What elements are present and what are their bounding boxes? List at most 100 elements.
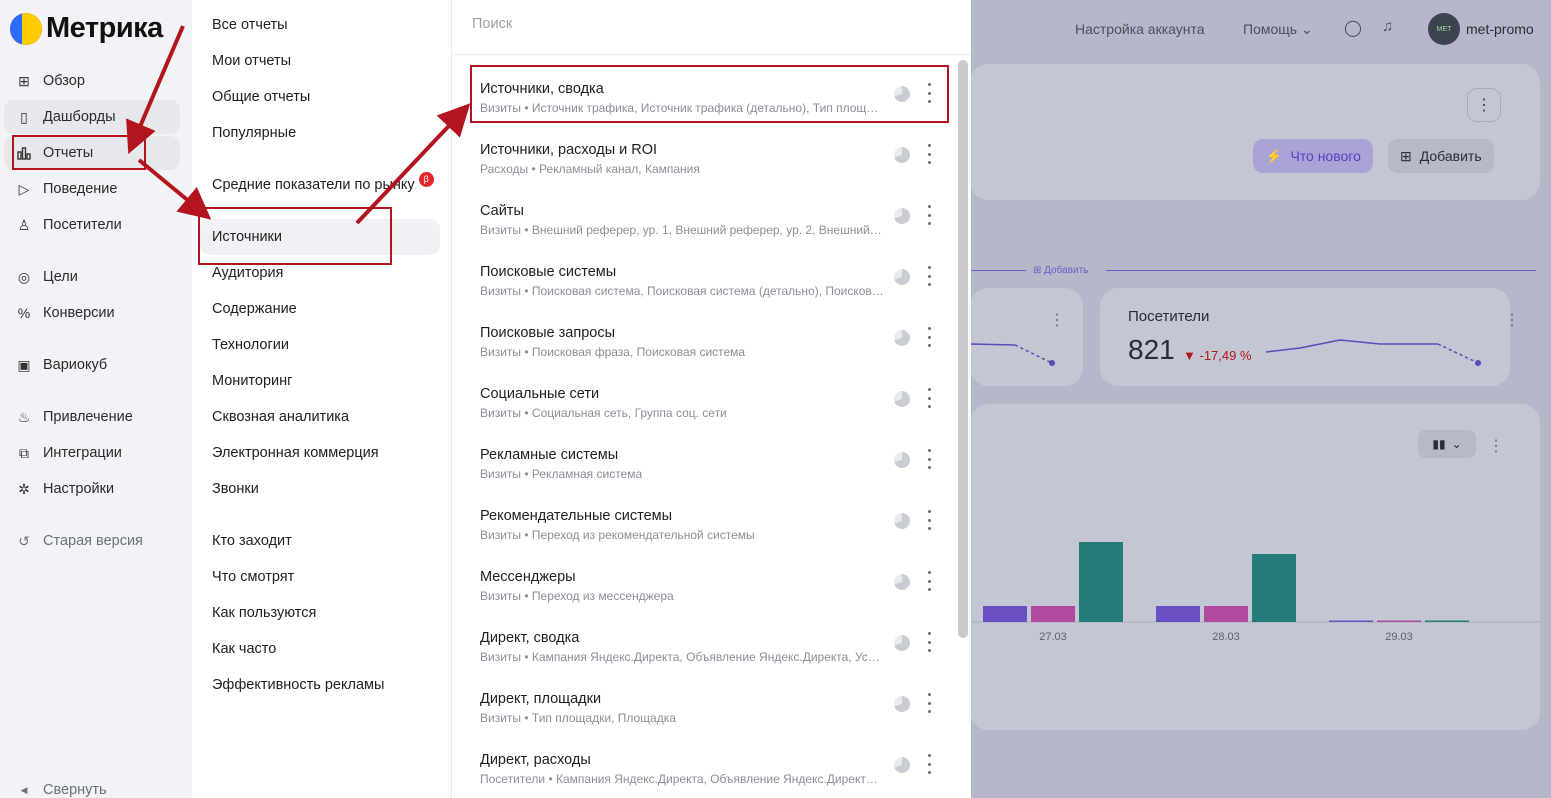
category-shared-reports[interactable]: Общие отчеты [200, 79, 440, 115]
pie-chart-icon[interactable] [894, 269, 910, 285]
add-widget-button[interactable]: ⊞ Добавить [1388, 139, 1494, 173]
avatar[interactable]: MET [1428, 13, 1460, 45]
pie-chart-icon[interactable] [894, 574, 910, 590]
sidebar-item-overview[interactable]: ⊞ Обзор [4, 64, 180, 98]
cube-icon: ▣ [17, 356, 31, 373]
report-title: Мессенджеры [480, 569, 576, 585]
category-content[interactable]: Содержание [200, 291, 440, 327]
target-icon: ◎ [17, 268, 31, 285]
sidebar-item-visitors[interactable]: ♙ Посетители [4, 208, 180, 242]
more-icon[interactable] [926, 144, 932, 164]
report-title: Сайты [480, 203, 524, 219]
report-subtitle: Визиты • Поисковая система, Поисковая си… [480, 284, 884, 298]
sidebar-item-settings[interactable]: ✲ Настройки [4, 472, 180, 506]
gear-icon: ✲ [18, 480, 30, 497]
add-section-link[interactable]: ⊞ Добавить [1033, 265, 1088, 276]
divider-line [1106, 270, 1536, 271]
report-item[interactable]: Источники, расходы и ROI Расходы • Реклам… [470, 130, 950, 188]
category-ad-efficiency[interactable]: Эффективность рекламы [200, 667, 440, 703]
help-menu[interactable]: Помощь ⌄ [1243, 21, 1313, 38]
category-popular[interactable]: Популярные [200, 115, 440, 151]
add-grid-icon: ⊞ [1400, 147, 1412, 164]
report-categories-panel: Все отчеты Мои отчеты Общие отчеты Попул… [192, 0, 451, 798]
more-icon[interactable] [926, 510, 932, 530]
sidebar-item-integrations[interactable]: ⧉ Интеграции [4, 436, 180, 470]
report-title: Рекламные системы [480, 447, 619, 463]
pie-chart-icon[interactable] [894, 208, 910, 224]
category-calls[interactable]: Звонки [200, 471, 440, 507]
bar [1252, 554, 1296, 622]
report-subtitle: Визиты • Переход из рекомендательной сис… [480, 528, 755, 542]
more-icon[interactable] [926, 693, 932, 713]
report-subtitle: Визиты • Рекламная система [480, 467, 643, 481]
category-technologies[interactable]: Технологии [200, 327, 440, 363]
category-how-often[interactable]: Как часто [200, 631, 440, 667]
category-who-visits[interactable]: Кто заходит [200, 523, 440, 559]
more-icon[interactable] [926, 632, 932, 652]
more-icon[interactable] [926, 266, 932, 286]
bell-icon[interactable]: ♫ [1382, 18, 1393, 35]
bar [983, 606, 1027, 622]
category-end-to-end-analytics[interactable]: Сквозная аналитика [200, 399, 440, 435]
report-item[interactable]: Директ, сводка Визиты • Кампания Яндекс.Д… [470, 618, 950, 676]
report-item[interactable]: Рекомендательные системы Визиты • Переход… [470, 496, 950, 554]
pie-chart-icon[interactable] [894, 635, 910, 651]
scrollbar[interactable] [958, 60, 968, 638]
more-icon[interactable] [926, 754, 932, 774]
more-icon[interactable] [926, 327, 932, 347]
report-item[interactable]: Директ, расходы Посетители • Кампания Янд… [470, 740, 950, 798]
more-icon[interactable] [926, 449, 932, 469]
more-menu-button[interactable]: ⋮ [1467, 88, 1501, 122]
report-subtitle: Визиты • Переход из мессенджера [480, 589, 674, 603]
category-ecommerce[interactable]: Электронная коммерция [200, 435, 440, 471]
category-market-averages[interactable]: Средние показатели по рынку β [200, 167, 440, 203]
category-my-reports[interactable]: Мои отчеты [200, 43, 440, 79]
account-settings-link[interactable]: Настройка аккаунта [1075, 21, 1205, 37]
sidebar-item-dashboards[interactable]: ▯ Дашборды [4, 100, 180, 134]
pie-chart-icon[interactable] [894, 147, 910, 163]
whats-new-button[interactable]: ⚡ Что нового [1253, 139, 1373, 173]
search-input[interactable]: Поиск [452, 0, 971, 55]
bar [1079, 542, 1123, 622]
report-item[interactable]: Директ, площадки Визиты • Тип площадки, П… [470, 679, 950, 737]
sidebar-item-goals[interactable]: ◎ Цели [4, 260, 180, 294]
chat-icon[interactable]: ◯ [1344, 18, 1362, 38]
play-icon: ▷ [18, 180, 30, 197]
more-icon[interactable] [926, 205, 932, 225]
sidebar-item-variocube[interactable]: ▣ Вариокуб [4, 348, 180, 382]
pie-chart-icon[interactable] [894, 330, 910, 346]
main-sidebar: Метрика ⊞ Обзор ▯ Дашборды Отчеты ▷ Поведен… [0, 0, 192, 798]
more-icon[interactable] [926, 571, 932, 591]
more-icon[interactable] [926, 388, 932, 408]
pie-chart-icon[interactable] [894, 696, 910, 712]
report-item[interactable]: Сайты Визиты • Внешний реферер, ур. 1, Вн… [470, 191, 950, 249]
metric-card-visitors: Посетители 821 ▼ -17,49 % ⋮ [1100, 288, 1520, 386]
sidebar-item-conversions[interactable]: % Конверсии [4, 296, 180, 330]
report-item[interactable]: Рекламные системы Визиты • Рекламная сист… [470, 435, 950, 493]
sidebar-item-behavior[interactable]: ▷ Поведение [4, 172, 180, 206]
sparkline [1265, 339, 1481, 366]
pie-chart-icon[interactable] [894, 452, 910, 468]
category-all-reports[interactable]: Все отчеты [200, 7, 440, 43]
sidebar-item-old-version[interactable]: ↺ Старая версия [4, 524, 180, 558]
report-item[interactable]: Поисковые системы Визиты • Поисковая сист… [470, 252, 950, 310]
report-item[interactable]: Поисковые запросы Визиты • Поисковая фраз… [470, 313, 950, 371]
chevron-down-icon: ⌄ [1300, 21, 1313, 37]
user-icon: ♙ [17, 216, 31, 233]
pie-chart-icon[interactable] [894, 391, 910, 407]
pie-chart-icon[interactable] [894, 757, 910, 773]
pie-chart-icon[interactable] [894, 513, 910, 529]
username[interactable]: met-promo [1466, 21, 1534, 37]
report-item[interactable]: Социальные сети Визиты • Социальная сеть,… [470, 374, 950, 432]
logo[interactable]: Метрика [10, 12, 163, 45]
report-item[interactable]: Мессенджеры Визиты • Переход из мессендже… [470, 557, 950, 615]
percent-icon: % [17, 305, 31, 321]
report-title: Источники, расходы и ROI [480, 142, 658, 158]
category-how-they-use[interactable]: Как пользуются [200, 595, 440, 631]
dashboard-icon: ▯ [20, 108, 28, 125]
lightning-icon: ⚡ [1265, 147, 1283, 164]
category-monitoring[interactable]: Мониторинг [200, 363, 440, 399]
sidebar-item-acquisition[interactable]: ♨ Привлечение [4, 400, 180, 434]
category-what-they-view[interactable]: Что смотрят [200, 559, 440, 595]
sidebar-collapse[interactable]: ◀ Свернуть [4, 773, 180, 798]
